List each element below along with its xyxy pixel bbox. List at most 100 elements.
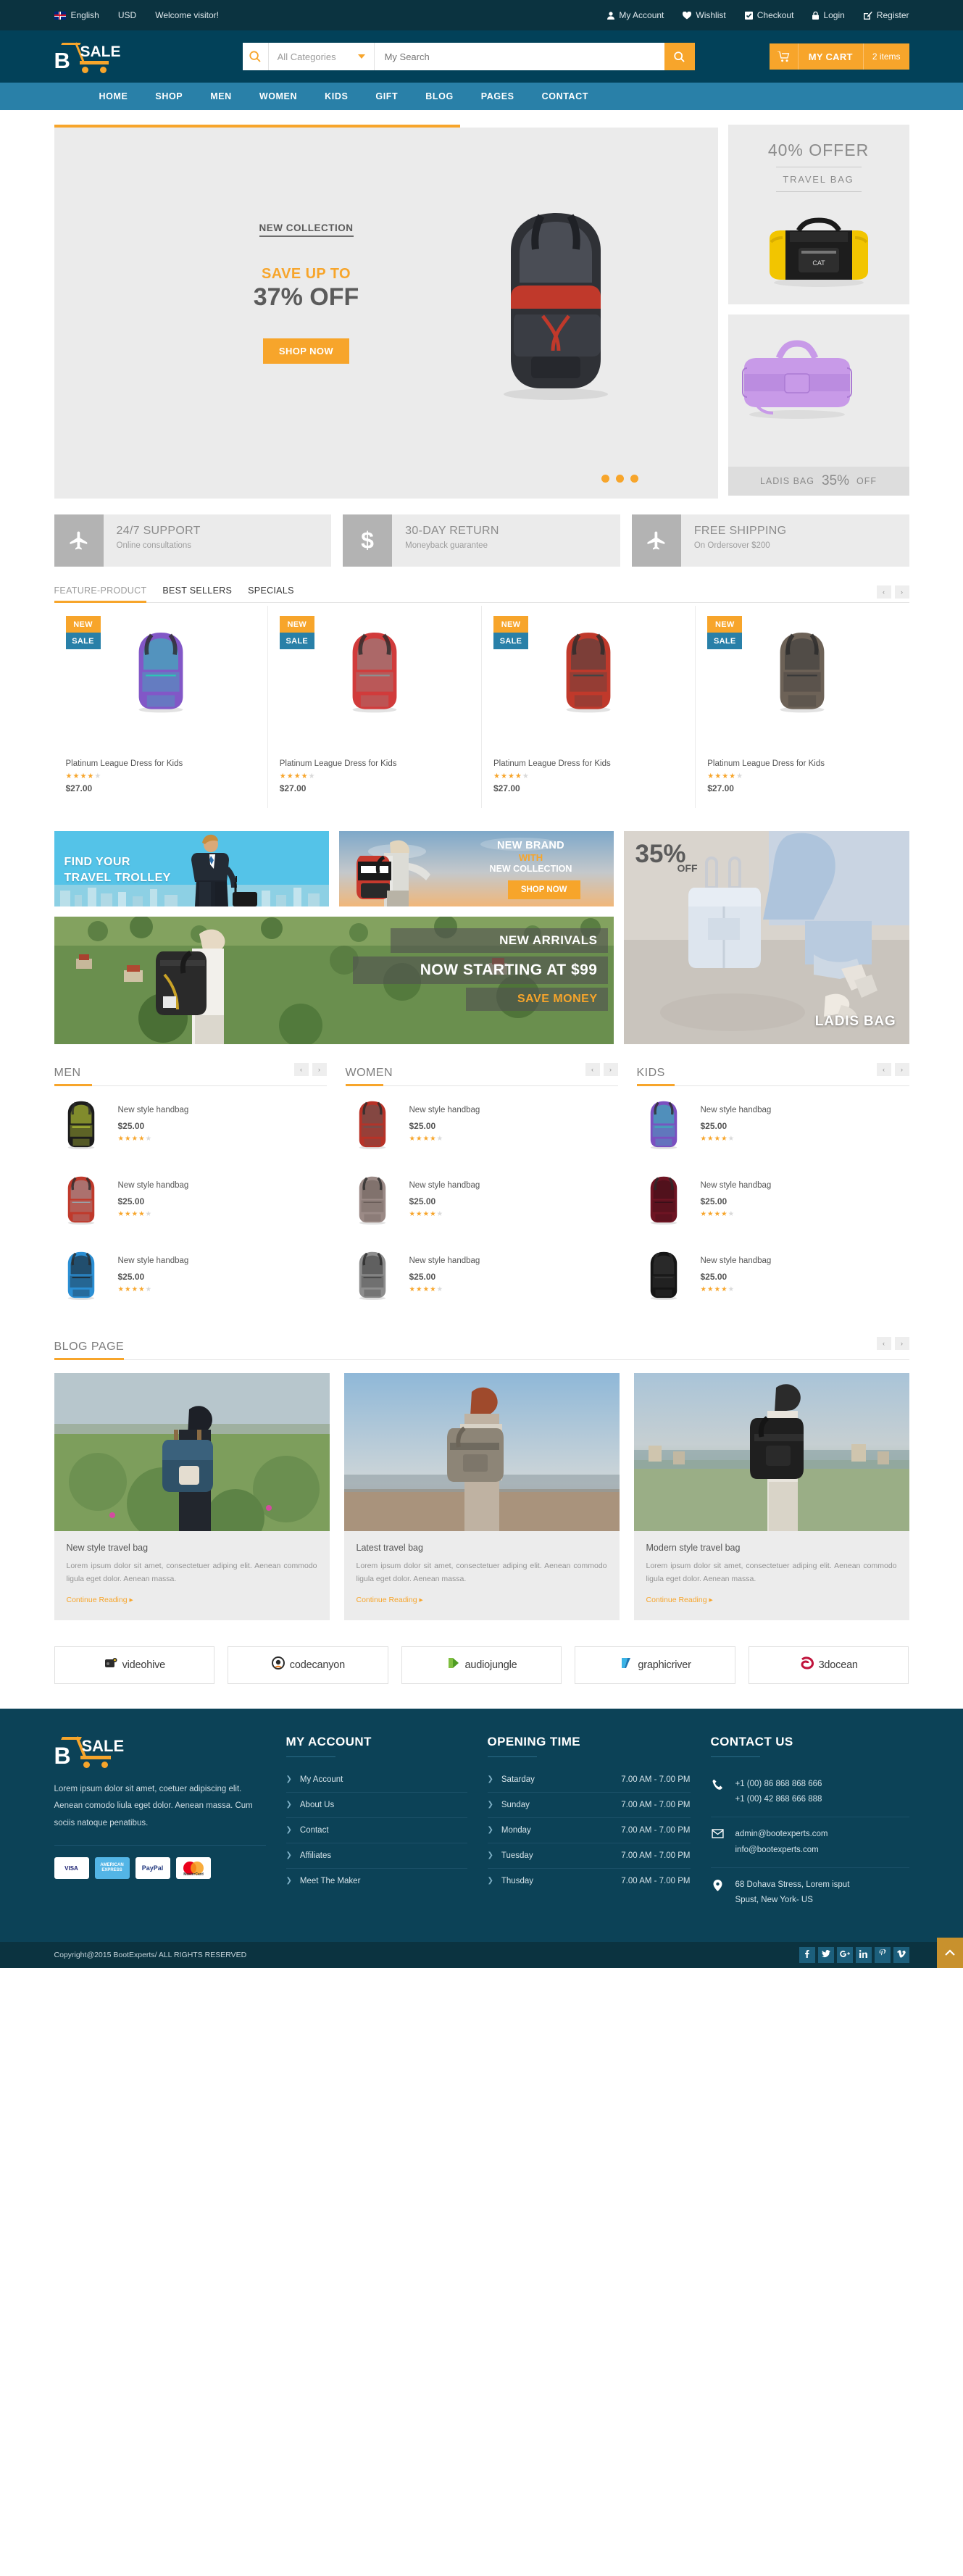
product-name: New style handbag: [409, 1105, 480, 1114]
category-next-button[interactable]: ›: [894, 1063, 909, 1076]
register-link[interactable]: Register: [863, 10, 909, 20]
product-thumbnail: [54, 1098, 108, 1150]
promo-travel-trolley[interactable]: FIND YOUR TRAVEL TROLLEY: [54, 831, 329, 906]
ladis-percent: 35%: [821, 473, 850, 488]
category-product-item[interactable]: New style handbag $25.00 ★★★★★: [637, 1086, 909, 1162]
hero-dot-2[interactable]: [615, 475, 624, 483]
product-card[interactable]: NEW SALE Platinum League Dress for Kids ★★★…: [696, 606, 909, 808]
login-link[interactable]: Login: [812, 10, 845, 20]
search-input[interactable]: [374, 43, 664, 70]
brand-logo-codecanyon[interactable]: codecanyon: [228, 1646, 388, 1684]
pinterest-link[interactable]: [874, 1947, 891, 1964]
category-prev-button[interactable]: ‹: [585, 1063, 600, 1076]
tab-feature-product[interactable]: FEATURE-PRODUCT: [54, 585, 147, 603]
category-product-item[interactable]: New style handbag $25.00 ★★★★★: [346, 1086, 618, 1162]
my-account-link[interactable]: My Account: [607, 10, 664, 20]
category-product-item[interactable]: New style handbag $25.00 ★★★★★: [54, 1162, 327, 1237]
carousel-prev-button[interactable]: ‹: [876, 585, 891, 599]
product-card[interactable]: NEW SALE Platinum League Dress for Kids ★★★…: [482, 606, 696, 808]
footer-link-my-account[interactable]: ❯ My Account: [285, 1767, 467, 1793]
wishlist-link[interactable]: Wishlist: [683, 10, 726, 20]
plane-icon: [54, 514, 104, 567]
twitter-link[interactable]: [817, 1947, 834, 1964]
tab-specials[interactable]: SPECIALS: [248, 585, 294, 602]
category-prev-button[interactable]: ‹: [293, 1063, 309, 1076]
brand-logo-videohive[interactable]: videohive: [54, 1646, 215, 1684]
site-logo[interactable]: B SALE: [54, 41, 136, 73]
promo-brand-shop-now-button[interactable]: SHOP NOW: [507, 880, 580, 899]
checkout-link[interactable]: Checkout: [744, 10, 793, 20]
nav-item-home[interactable]: HOME: [99, 91, 128, 101]
brand-logo-graphicriver[interactable]: graphicriver: [575, 1646, 735, 1684]
category-next-button[interactable]: ›: [603, 1063, 618, 1076]
language-label: English: [70, 10, 99, 20]
back-to-top-button[interactable]: [937, 1938, 963, 1969]
blog-continue-reading-link[interactable]: Continue Reading ▸: [67, 1596, 133, 1604]
promo-new-brand[interactable]: NEW BRAND WITH NEW COLLECTION SHOP NOW: [338, 831, 614, 906]
promo-new-arrivals[interactable]: NEW ARRIVALS NOW STARTING AT $99 SAVE MO…: [54, 917, 614, 1044]
audiojungle-icon: [446, 1656, 461, 1674]
footer-link-about-us[interactable]: ❯ About Us: [285, 1793, 467, 1818]
tab-best-sellers[interactable]: BEST SELLERS: [162, 585, 232, 602]
footer-logo[interactable]: B SALE: [54, 1735, 138, 1768]
nav-item-shop[interactable]: SHOP: [155, 91, 183, 101]
cart-button[interactable]: MY CART 2 items: [769, 43, 909, 70]
nav-item-contact[interactable]: CONTACT: [542, 91, 588, 101]
search-submit-button[interactable]: [664, 43, 695, 70]
nav-item-blog[interactable]: BLOG: [425, 91, 454, 101]
nav-item-men[interactable]: MEN: [210, 91, 232, 101]
hero-shop-now-button[interactable]: SHOP NOW: [262, 338, 350, 364]
facebook-link[interactable]: [799, 1947, 815, 1964]
category-product-item[interactable]: New style handbag $25.00 ★★★★★: [637, 1237, 909, 1312]
category-product-item[interactable]: New style handbag $25.00 ★★★★★: [637, 1162, 909, 1237]
nav-item-kids[interactable]: KIDS: [325, 91, 348, 101]
carousel-next-button[interactable]: ›: [894, 585, 909, 599]
product-thumbnail: [54, 1173, 108, 1225]
payment-methods: VISA AMERICAN EXPRESS PayPal MasterCard: [54, 1857, 266, 1880]
ladis-bag-banner[interactable]: LADIS BAG 35% OFF: [728, 314, 909, 496]
offer-banner-40[interactable]: 40% OFFER TRAVEL BAG CAT: [728, 125, 909, 304]
brand-logo-3docean[interactable]: 3docean: [748, 1646, 909, 1684]
hero-slider-dots[interactable]: [601, 475, 638, 483]
blog-card[interactable]: New style travel bag Lorem ipsum dolor si…: [54, 1373, 330, 1620]
blog-continue-reading-link[interactable]: Continue Reading ▸: [646, 1596, 713, 1604]
promo-ladis-bag[interactable]: 35% OFF LADIS BAG: [623, 831, 909, 1044]
category-arrows: ‹ ›: [293, 1063, 327, 1080]
blog-cards: New style travel bag Lorem ipsum dolor si…: [54, 1373, 909, 1620]
category-product-item[interactable]: New style handbag $25.00 ★★★★★: [54, 1086, 327, 1162]
category-label: All Categories: [277, 51, 336, 62]
category-prev-button[interactable]: ‹: [876, 1063, 891, 1076]
currency-selector[interactable]: USD: [118, 10, 136, 20]
category-title-underline: [345, 1084, 383, 1086]
language-selector[interactable]: English: [54, 10, 99, 20]
vimeo-link[interactable]: [893, 1947, 909, 1964]
product-image: [138, 633, 183, 713]
hero-dot-3[interactable]: [630, 475, 638, 483]
product-card[interactable]: NEW SALE Platinum League Dress for Kids ★★★…: [268, 606, 482, 808]
category-product-item[interactable]: New style handbag $25.00 ★★★★★: [346, 1162, 618, 1237]
nav-item-women[interactable]: WOMEN: [259, 91, 297, 101]
search-icon-button[interactable]: [242, 43, 269, 70]
footer-link-affiliates[interactable]: ❯ Affiliates: [285, 1843, 467, 1869]
linkedin-link[interactable]: [855, 1947, 872, 1964]
product-card[interactable]: NEW SALE Platinum League Dress for Kids ★★★…: [54, 606, 268, 808]
chevron-right-icon: ❯: [487, 1775, 493, 1784]
google-plus-link[interactable]: [836, 1947, 853, 1964]
yellow-duffel-bag-image: CAT: [769, 217, 868, 287]
footer-link-contact[interactable]: ❯ Contact: [285, 1818, 467, 1843]
blog-card[interactable]: Latest travel bag Lorem ipsum dolor sit a…: [343, 1373, 620, 1620]
category-next-button[interactable]: ›: [312, 1063, 327, 1076]
category-product-item[interactable]: New style handbag $25.00 ★★★★★: [346, 1237, 618, 1312]
category-dropdown[interactable]: All Categories: [268, 43, 375, 70]
category-product-item[interactable]: New style handbag $25.00 ★★★★★: [54, 1237, 327, 1312]
hero-dot-1[interactable]: [601, 475, 609, 483]
nav-item-gift[interactable]: GIFT: [375, 91, 398, 101]
blog-prev-button[interactable]: ‹: [876, 1337, 891, 1350]
footer-link-meet-the-maker[interactable]: ❯ Meet The Maker: [286, 1869, 467, 1893]
brand-logo-audiojungle[interactable]: audiojungle: [401, 1646, 562, 1684]
logo-text-sale: SALE: [81, 1736, 125, 1755]
blog-continue-reading-link[interactable]: Continue Reading ▸: [357, 1596, 423, 1604]
blog-next-button[interactable]: ›: [894, 1337, 909, 1350]
blog-card[interactable]: Modern style travel bag Lorem ipsum dolor…: [633, 1373, 909, 1620]
nav-item-pages[interactable]: PAGES: [481, 91, 514, 101]
